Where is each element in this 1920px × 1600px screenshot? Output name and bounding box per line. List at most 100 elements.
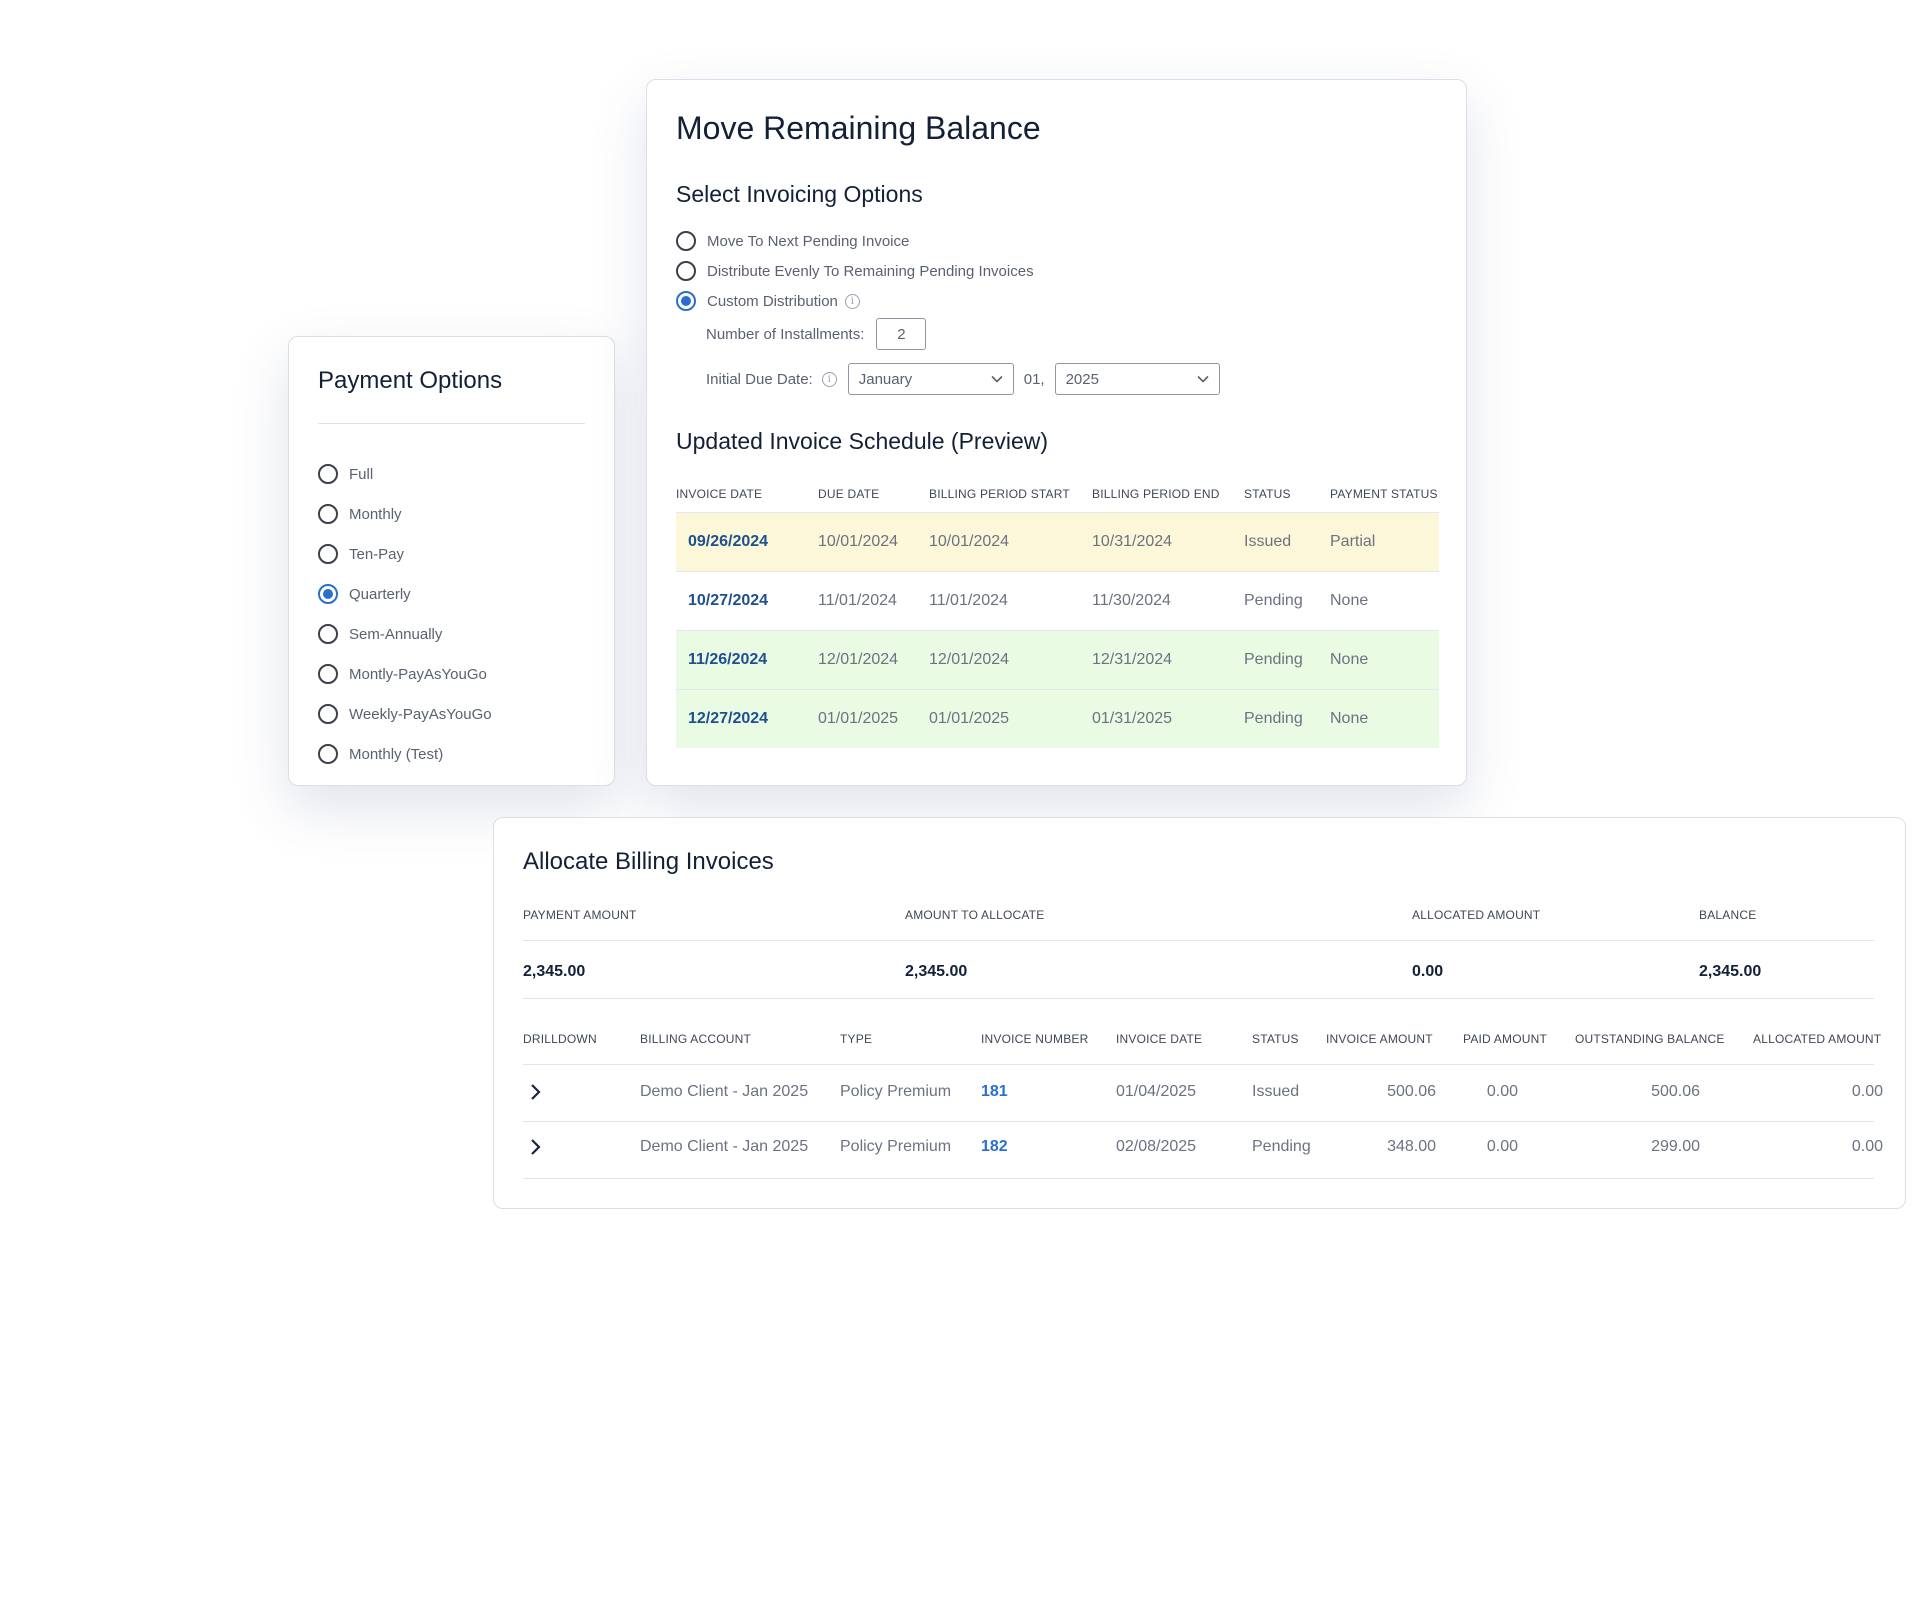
outstanding-balance: 500.06 [1651, 1083, 1700, 1100]
payment-option-weekly-payasyougo[interactable]: Weekly-PayAsYouGo [318, 694, 492, 734]
invoice-amount: 348.00 [1387, 1138, 1436, 1155]
radio-icon[interactable] [676, 261, 696, 281]
invoice-number-link[interactable]: 181 [981, 1083, 1008, 1101]
payment-options-list: Full Monthly Ten-Pay Quarterly Sem-Annua… [318, 454, 492, 774]
payment-option-label: Full [349, 465, 374, 483]
option-label: Move To Next Pending Invoice [707, 232, 910, 250]
payment-option-monthly[interactable]: Monthly [318, 494, 492, 534]
schedule-row: 10/27/2024 11/01/2024 11/01/2024 11/30/2… [676, 572, 1439, 631]
summary-balance: 2,345.00 [1699, 963, 1762, 980]
allocate-billing-invoices-card: Allocate Billing Invoices PAYMENT AMOUNT… [493, 817, 1906, 1209]
status: Pending [1244, 651, 1303, 668]
payment-status: None [1330, 710, 1369, 727]
schedule-title: Updated Invoice Schedule (Preview) [676, 428, 1049, 454]
chevron-right-icon[interactable] [529, 1083, 543, 1101]
payment-option-monthly-payasyougo[interactable]: Montly-PayAsYouGo [318, 654, 492, 694]
billing-account: Demo Client - Jan 2025 [640, 1083, 809, 1100]
due-date: 01/01/2025 [818, 710, 899, 727]
radio-icon[interactable] [318, 544, 338, 564]
payment-option-label: Monthly [349, 505, 402, 523]
divider [318, 423, 585, 424]
allocate-title: Allocate Billing Invoices [523, 848, 774, 875]
installments-input[interactable] [876, 318, 927, 350]
option-label: Distribute Evenly To Remaining Pending I… [707, 262, 1034, 280]
divider [523, 998, 1874, 999]
payment-option-ten-pay[interactable]: Ten-Pay [318, 534, 492, 574]
schedule-row: 09/26/2024 10/01/2024 10/01/2024 10/31/2… [676, 513, 1439, 572]
summary-amount-to-allocate: 2,345.00 [905, 963, 968, 980]
radio-icon[interactable] [676, 231, 696, 251]
option-move-to-next-pending[interactable]: Move To Next Pending Invoice [676, 226, 1034, 256]
payment-option-semi-annually[interactable]: Sem-Annually [318, 614, 492, 654]
invoice-status: Pending [1252, 1138, 1311, 1155]
period-end: 10/31/2024 [1092, 533, 1173, 550]
col-billing-account: BILLING ACCOUNT [640, 1032, 752, 1046]
invoice-date-link[interactable]: 11/26/2024 [676, 651, 818, 669]
due-year-value: 2025 [1065, 370, 1099, 388]
info-icon[interactable]: i [821, 371, 837, 387]
payment-option-full[interactable]: Full [318, 454, 492, 494]
col-type: TYPE [840, 1032, 873, 1046]
radio-icon[interactable] [318, 664, 338, 684]
payment-option-monthly-test[interactable]: Monthly (Test) [318, 734, 492, 774]
status: Issued [1244, 533, 1292, 550]
col-invoice-number: INVOICE NUMBER [981, 1032, 1089, 1046]
invoice-date: 01/04/2025 [1116, 1083, 1197, 1100]
col-paid-amount: PAID AMOUNT [1463, 1032, 1547, 1046]
invoicing-options-subtitle: Select Invoicing Options [676, 181, 923, 207]
divider [523, 1064, 1874, 1065]
summary-header-allocated-amount: ALLOCATED AMOUNT [1412, 908, 1541, 922]
status: Pending [1244, 710, 1303, 727]
period-start: 11/01/2024 [929, 592, 1008, 609]
status: Pending [1244, 592, 1303, 609]
period-start: 12/01/2024 [929, 651, 1010, 668]
summary-allocated-amount: 0.00 [1412, 963, 1444, 980]
col-billing-period-end: BILLING PERIOD END [1092, 487, 1220, 501]
payment-status: None [1330, 651, 1369, 668]
period-end: 01/31/2025 [1092, 710, 1173, 727]
col-invoice-date: INVOICE DATE [676, 487, 763, 501]
radio-icon[interactable] [318, 744, 338, 764]
radio-checked-icon[interactable] [318, 584, 338, 604]
schedule-row: 12/27/2024 01/01/2025 01/01/2025 01/31/2… [676, 690, 1439, 748]
invoice-date-link[interactable]: 09/26/2024 [676, 533, 818, 551]
chevron-right-icon[interactable] [529, 1138, 543, 1156]
option-distribute-evenly[interactable]: Distribute Evenly To Remaining Pending I… [676, 256, 1034, 286]
radio-icon[interactable] [318, 464, 338, 484]
option-label: Custom Distribution [707, 292, 838, 310]
radio-icon[interactable] [318, 704, 338, 724]
radio-icon[interactable] [318, 624, 338, 644]
payment-option-quarterly[interactable]: Quarterly [318, 574, 492, 614]
payment-option-label: Weekly-PayAsYouGo [349, 705, 492, 723]
col-billing-period-start: BILLING PERIOD START [929, 487, 1070, 501]
col-drilldown: DRILLDOWN [523, 1032, 597, 1046]
schedule-row: 11/26/2024 12/01/2024 12/01/2024 12/31/2… [676, 631, 1439, 690]
option-custom-distribution[interactable]: Custom Distribution i [676, 286, 1034, 316]
due-date: 11/01/2024 [818, 592, 897, 609]
invoice-date-link[interactable]: 10/27/2024 [676, 592, 818, 610]
summary-header-balance: BALANCE [1699, 908, 1757, 922]
col-outstanding-balance: OUTSTANDING BALANCE [1575, 1032, 1725, 1046]
radio-icon[interactable] [318, 504, 338, 524]
payment-options-card: Payment Options Full Monthly Ten-Pay Qua… [288, 336, 615, 786]
due-date-label: Initial Due Date: [706, 370, 813, 388]
payment-option-label: Sem-Annually [349, 625, 443, 643]
payment-option-label: Ten-Pay [349, 545, 405, 563]
due-month-select[interactable]: January [847, 363, 1014, 395]
radio-checked-icon[interactable] [676, 291, 696, 311]
invoice-number-link[interactable]: 182 [981, 1138, 1008, 1156]
summary-header-amount-to-allocate: AMOUNT TO ALLOCATE [905, 908, 1045, 922]
invoice-status: Issued [1252, 1083, 1300, 1100]
due-month-value: January [858, 370, 913, 388]
payment-status: Partial [1330, 533, 1376, 550]
payment-option-label: Quarterly [349, 585, 411, 603]
divider [523, 1178, 1874, 1179]
info-icon[interactable]: i [844, 293, 860, 309]
move-balance-title: Move Remaining Balance [676, 110, 1041, 146]
schedule-header-row: INVOICE DATE DUE DATE BILLING PERIOD STA… [676, 476, 1439, 512]
due-year-select[interactable]: 2025 [1054, 363, 1220, 395]
due-day-text: 01, [1023, 370, 1045, 388]
initial-due-date-row: Initial Due Date: i January 01, 2025 [706, 363, 1220, 395]
invoice-date-link[interactable]: 12/27/2024 [676, 710, 818, 728]
allocated-amount: 0.00 [1851, 1083, 1883, 1100]
